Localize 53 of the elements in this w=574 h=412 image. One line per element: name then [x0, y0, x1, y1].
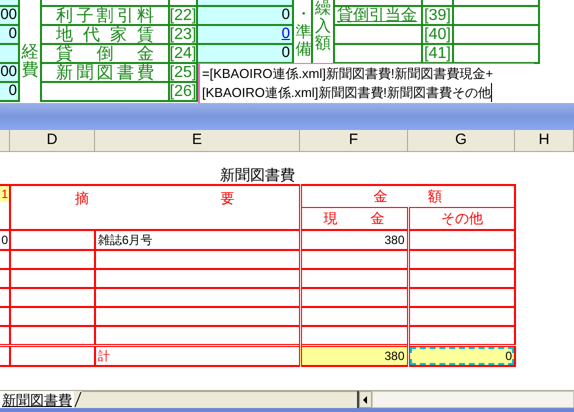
row-cell: 1: [0, 186, 9, 202]
formula-editor[interactable]: =[KBAOIRO連係.xml]新聞図書費!新聞図書費現金+ [KBAOIRO連係.xml]新聞図書費!新聞図書費その他: [198, 63, 534, 103]
form-label: 地代家賃: [56, 26, 154, 43]
form-label: 新聞図書費: [56, 64, 154, 81]
scroll-left-button[interactable]: [359, 391, 372, 408]
sheet-tab[interactable]: 新聞図書費: [0, 391, 74, 408]
column-header[interactable]: F: [300, 130, 408, 151]
tab-divider-icon: [74, 391, 82, 408]
line-number: [23]: [170, 24, 196, 44]
line-number: [24]: [170, 44, 196, 64]
cell-value: 0: [8, 24, 17, 44]
formula-text: [KBAOIRO連係.xml]新聞図書費!新聞図書費その他: [202, 83, 492, 102]
column-header[interactable]: G: [408, 130, 515, 151]
table-cell: 380: [384, 233, 404, 247]
form-label: 利子割引料: [56, 7, 154, 24]
line-number: [40]: [424, 24, 451, 44]
column-heading: 現金: [324, 209, 384, 228]
column-header[interactable]: D: [10, 130, 95, 151]
column-heading: その他: [440, 210, 483, 226]
total-value: 380: [384, 348, 404, 362]
split-handle[interactable]: [357, 391, 359, 408]
vertical-label: ・準備: [296, 6, 312, 59]
line-number: [41]: [424, 44, 451, 64]
line-number: [39]: [424, 6, 451, 26]
table-cell: [0, 269, 10, 288]
line-number: [25]: [170, 62, 196, 82]
table-cell: 雑誌6月号: [98, 233, 153, 247]
row-cell: 0: [1, 233, 8, 247]
form-label: 貸倒金: [56, 45, 154, 62]
table-cell: [0, 307, 10, 326]
column-heading: 摘要: [75, 189, 234, 208]
line-number: [22]: [170, 6, 196, 26]
column-heading: 金額: [374, 187, 442, 206]
vertical-label: 経費: [22, 42, 38, 80]
cell-value: 0: [282, 5, 290, 26]
table-cell: [0, 326, 10, 345]
form-label: 貸倒引当金: [337, 6, 417, 26]
table-cell: [0, 345, 10, 366]
value-link[interactable]: 0: [282, 23, 290, 46]
vertical-label: 繰入額: [315, 0, 331, 53]
column-header[interactable]: H: [515, 130, 574, 151]
table-cell: [0, 288, 10, 307]
cell-value: 0: [8, 81, 17, 102]
cell-value: 0: [282, 43, 290, 64]
total-label: 計: [98, 348, 110, 362]
sheet-title: 新聞図書費: [220, 167, 295, 184]
cell-value: 00: [0, 62, 17, 82]
column-header[interactable]: E: [95, 130, 300, 151]
total-value: 0: [410, 346, 514, 364]
formula-text: =[KBAOIRO連係.xml]新聞図書費!新聞図書費現金+: [202, 65, 494, 83]
cell-value: 00: [0, 5, 17, 26]
line-number: [26]: [170, 82, 196, 102]
left-arrow-icon: [363, 396, 368, 404]
